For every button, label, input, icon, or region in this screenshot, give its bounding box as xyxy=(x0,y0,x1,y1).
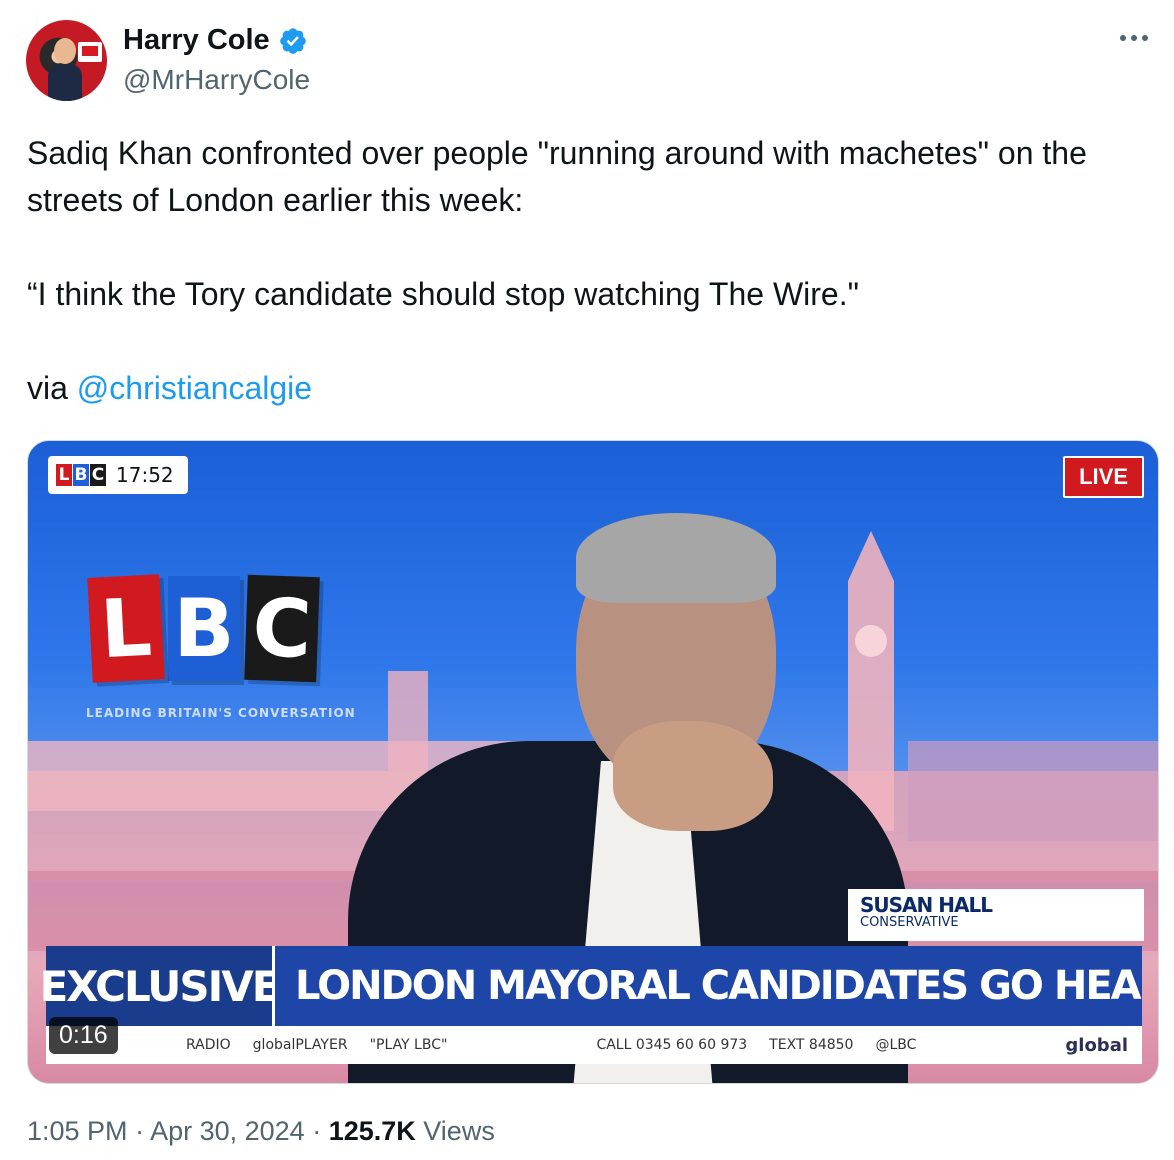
post-date[interactable]: Apr 30, 2024 xyxy=(150,1116,305,1146)
author-name-row: Harry Cole xyxy=(123,24,308,57)
more-dots-icon[interactable] xyxy=(1114,28,1154,48)
person-hair xyxy=(576,513,776,603)
channel-tagline: LEADING BRITAIN'S CONVERSATION xyxy=(86,706,356,720)
channel-logo-large: L B C xyxy=(87,574,320,683)
mention-link[interactable]: @christiancalgie xyxy=(77,370,312,406)
display-name[interactable]: Harry Cole xyxy=(123,24,270,57)
verified-badge-icon[interactable] xyxy=(278,26,308,56)
avatar-body xyxy=(48,64,82,101)
ticker-play: "PLAY LBC" xyxy=(369,1037,448,1053)
post-time[interactable]: 1:05 PM xyxy=(27,1116,128,1146)
tweet-text-line: Sadiq Khan confronted over people "runni… xyxy=(27,135,1087,218)
via-prefix: via xyxy=(27,370,77,406)
lower-third-strap: EXCLUSIVE LONDON MAYORAL CANDIDATES GO H… xyxy=(40,946,1142,1026)
views-count[interactable]: 125.7K xyxy=(329,1116,416,1146)
strap-label: EXCLUSIVE xyxy=(40,946,280,1026)
video-player[interactable]: L B C 17:52 LIVE L B C LEADING BRITAIN'S… xyxy=(27,440,1159,1084)
strap-headline: LONDON MAYORAL CANDIDATES GO HEAD-TO-HEA… xyxy=(275,946,1142,1026)
tweet-via-line: via @christiancalgie xyxy=(27,365,1147,412)
speaker-party: CONSERVATIVE xyxy=(860,915,959,930)
tweet-text: Sadiq Khan confronted over people "runni… xyxy=(27,130,1147,412)
separator: · xyxy=(127,1116,151,1146)
avatar-face xyxy=(54,38,76,64)
ticker-globalplayer: globalPLAYER xyxy=(252,1037,348,1053)
logo-letter-c: C xyxy=(90,464,106,486)
logo-letter-l: L xyxy=(56,464,72,486)
video-duration: 0:16 xyxy=(49,1017,118,1054)
author-handle[interactable]: @MrHarryCole xyxy=(123,64,310,96)
tweet-spacer xyxy=(27,318,1147,365)
dot xyxy=(1142,35,1148,41)
ticker-text: TEXT 84850 xyxy=(769,1037,854,1053)
tweet-spacer xyxy=(27,224,1147,271)
channel-logo-small: L B C xyxy=(56,464,106,486)
tweet-quote-line: “I think the Tory candidate should stop … xyxy=(27,276,859,312)
logo-letter-l: L xyxy=(87,574,165,683)
views-label: Views xyxy=(415,1116,495,1146)
speaker-name-tag: SUSAN HALL CONSERVATIVE xyxy=(848,889,1144,941)
logo-letter-b: B xyxy=(168,576,240,681)
avatar[interactable] xyxy=(26,20,107,101)
live-badge: LIVE xyxy=(1063,456,1144,498)
tweet-meta: 1:05 PM · Apr 30, 2024 · 125.7K Views xyxy=(27,1116,495,1147)
dot xyxy=(1120,35,1126,41)
channel-badge: L B C 17:52 xyxy=(48,456,188,494)
avatar-newspaper-masthead xyxy=(82,46,98,56)
ticker-social: @LBC xyxy=(875,1037,917,1053)
broadcast-clock: 17:52 xyxy=(116,463,174,487)
person-hand xyxy=(613,721,773,831)
logo-letter-b: B xyxy=(73,464,89,486)
dot xyxy=(1131,35,1137,41)
ticker-brand: global xyxy=(1065,1034,1129,1056)
logo-letter-c: C xyxy=(244,574,320,683)
ticker-radio: RADIO xyxy=(186,1037,231,1053)
separator: · xyxy=(304,1116,329,1146)
speaker-name: SUSAN HALL xyxy=(860,893,993,917)
ticker-call: CALL 0345 60 60 973 xyxy=(596,1037,748,1053)
ticker-bar: RADIO globalPLAYER "PLAY LBC" CALL 0345 … xyxy=(46,1026,1142,1064)
